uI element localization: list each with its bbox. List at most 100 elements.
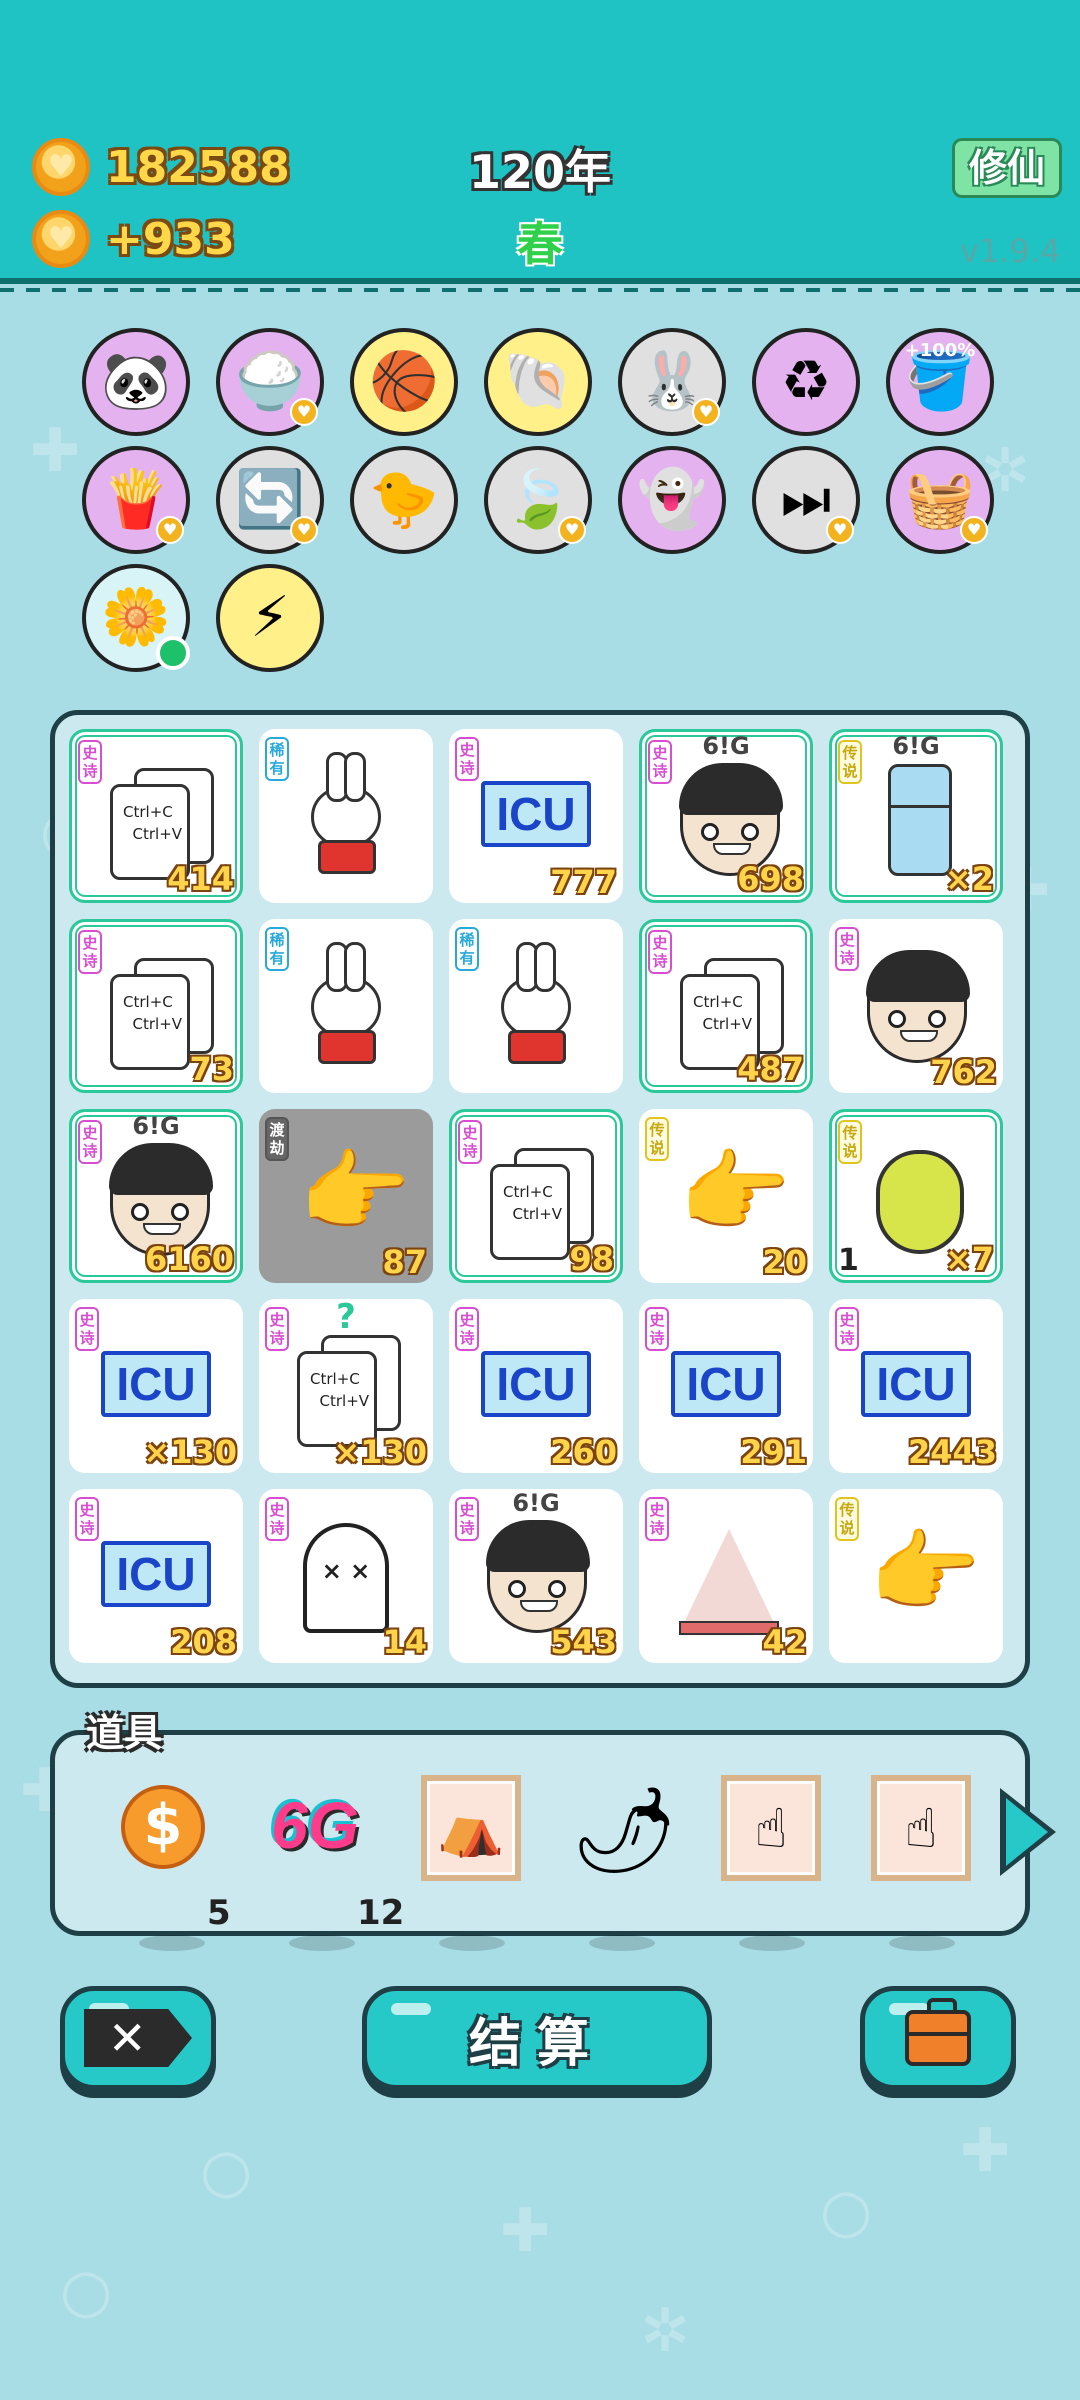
board-item-copy[interactable]: Ctrl+C Ctrl+V 史诗? ×130	[259, 1299, 433, 1473]
settle-button[interactable]: 结算	[362, 1986, 712, 2090]
rarity-tag: 史诗	[648, 930, 672, 974]
board-item-rabbit[interactable]: 稀有	[259, 729, 433, 903]
relic-bucket[interactable]: 🪣 +100%	[886, 328, 994, 436]
rarity-tag: 稀有	[265, 737, 289, 781]
board-item-hand[interactable]: 👉 传说	[829, 1489, 1003, 1663]
xiuxian-button[interactable]: 修仙	[952, 138, 1062, 198]
icu-sign-icon: ICU	[671, 1351, 781, 1417]
heart-badge-icon: ♥	[558, 516, 586, 544]
board-item-icu[interactable]: ICU 史诗 260	[449, 1299, 623, 1473]
rarity-tag: 史诗	[78, 930, 102, 974]
board-item-icu[interactable]: ICU 史诗 208	[69, 1489, 243, 1663]
tool-shadow	[739, 1935, 805, 1951]
item-count: 98	[569, 1240, 614, 1278]
board-item-icu[interactable]: ICU 史诗 ×130	[69, 1299, 243, 1473]
active-dot-icon	[156, 636, 190, 670]
close-button[interactable]: ✕	[60, 1986, 216, 2090]
skip-icon: ⏭	[780, 467, 832, 532]
relic-chick-egg[interactable]: 🐤	[350, 446, 458, 554]
item-count: 291	[740, 1433, 807, 1471]
heart-coin-icon	[32, 138, 90, 196]
copy-paste-icon: Ctrl+C Ctrl+V	[110, 974, 190, 1070]
heart-badge-icon: ♥	[692, 398, 720, 426]
board-item-face[interactable]: 史诗 762	[829, 919, 1003, 1093]
board-item-rabbit[interactable]: 稀有	[259, 919, 433, 1093]
lightning-icon: ⚡	[250, 585, 290, 650]
board-item-rabbit[interactable]: 稀有	[449, 919, 623, 1093]
coin-total: 182588	[106, 141, 290, 193]
chick-egg-icon: 🐤	[369, 467, 439, 532]
board-item-copy[interactable]: Ctrl+C Ctrl+V 史诗 487	[639, 919, 813, 1093]
item-count: 2443	[907, 1433, 997, 1471]
item-count: ×130	[333, 1433, 427, 1471]
relic-skip[interactable]: ⏭ ♥	[752, 446, 860, 554]
board-item-ghost[interactable]: × × 史诗 14	[259, 1489, 433, 1663]
coin-income-row: +933	[32, 210, 235, 268]
rarity-tag: 史诗	[78, 740, 102, 784]
board-item-tent[interactable]: 史诗 42	[639, 1489, 813, 1663]
rabbit-icon	[311, 942, 381, 1064]
rarity-tag: 史诗	[75, 1497, 99, 1541]
relic-panda[interactable]: 🐼	[82, 328, 190, 436]
board-item-fridge[interactable]: 传说 6!G ×2	[829, 729, 1003, 903]
heart-badge-icon: ♥	[826, 516, 854, 544]
board-item-copy[interactable]: Ctrl+C Ctrl+V 史诗 414	[69, 729, 243, 903]
heart-badge-icon: ♥	[156, 516, 184, 544]
relic-rice-bowl[interactable]: 🍚 ♥	[216, 328, 324, 436]
tool-tent-frame[interactable]: ⛺	[421, 1775, 521, 1951]
inventory-board: Ctrl+C Ctrl+V 史诗 414 稀有 ICU 史诗 777 史诗 6!G 698 传说 6!…	[50, 710, 1030, 1688]
relic-recycle[interactable]: ♻	[752, 328, 860, 436]
board-item-pear[interactable]: 传说 1 ×7	[829, 1109, 1003, 1283]
tools-title: 道具	[86, 1711, 163, 1755]
icu-sign-icon: ICU	[481, 781, 591, 847]
tool-shadow	[589, 1935, 655, 1951]
board-item-icu[interactable]: ICU 史诗 291	[639, 1299, 813, 1473]
item-count: ×2	[944, 860, 994, 898]
rarity-tag: 史诗	[458, 1120, 482, 1164]
relic-basketballs[interactable]: 🏀	[350, 328, 458, 436]
board-item-face[interactable]: 史诗 6!G 543	[449, 1489, 623, 1663]
board-item-copy[interactable]: Ctrl+C Ctrl+V 史诗 73	[69, 919, 243, 1093]
flower-pot-icon: 🌼	[101, 585, 171, 650]
board-item-hand[interactable]: 👉 传说 20	[639, 1109, 813, 1283]
close-icon: ✕	[84, 2009, 192, 2067]
item-count: 73	[189, 1050, 234, 1088]
rabbit-icon	[311, 752, 381, 874]
fridge-icon	[888, 764, 952, 876]
board-item-face[interactable]: 史诗 6!G 698	[639, 729, 813, 903]
bag-button[interactable]	[860, 1986, 1016, 2090]
relic-shell[interactable]: 🐚	[484, 328, 592, 436]
heart-badge-icon: ♥	[290, 516, 318, 544]
relic-flower-pot[interactable]: 🌼	[82, 564, 190, 672]
tool-pepper[interactable]: 🌶	[571, 1775, 678, 1951]
tool-hand-frame[interactable]: ☝	[721, 1775, 821, 1951]
board-item-icu[interactable]: ICU 史诗 2443	[829, 1299, 1003, 1473]
panda-icon: 🐼	[101, 349, 171, 414]
item-count: 414	[167, 860, 234, 898]
relic-fruit-basket[interactable]: 🧺 ♥	[886, 446, 994, 554]
tool-6g[interactable]: 6G 12	[271, 1775, 404, 1951]
6g-badge: 6!G	[892, 732, 940, 760]
6g-badge: 6!G	[702, 732, 750, 760]
tool-dollar-coin[interactable]: $5	[121, 1775, 231, 1951]
relic-rabbit[interactable]: 🐰 ♥	[618, 328, 726, 436]
copy-paste-icon: Ctrl+C Ctrl+V	[490, 1164, 570, 1260]
board-item-face[interactable]: 史诗 6!G 6160	[69, 1109, 243, 1283]
rarity-tag: 传说	[835, 1497, 859, 1541]
tool-hand-frame[interactable]: ☝	[871, 1775, 971, 1951]
relic-refresh[interactable]: 🔄 ♥	[216, 446, 324, 554]
board-item-hand[interactable]: 👉 渡劫 87	[259, 1109, 433, 1283]
tent-icon	[683, 1529, 775, 1625]
item-count: 777	[550, 863, 617, 901]
relic-leaf[interactable]: 🍃 ♥	[484, 446, 592, 554]
rarity-tag: 渡劫	[265, 1117, 289, 1161]
board-item-icu[interactable]: ICU 史诗 777	[449, 729, 623, 903]
relic-fries[interactable]: 🍟 ♥	[82, 446, 190, 554]
relic-lightning[interactable]: ⚡	[216, 564, 324, 672]
relic-ghost-lantern[interactable]: 👻	[618, 446, 726, 554]
board-item-copy[interactable]: Ctrl+C Ctrl+V 史诗 98	[449, 1109, 623, 1283]
question-mark-icon: ?	[336, 1299, 356, 1337]
hand-frame-icon: ☝	[871, 1775, 971, 1881]
item-count: 6160	[144, 1240, 234, 1278]
tools-next-arrow[interactable]	[1000, 1788, 1056, 1876]
